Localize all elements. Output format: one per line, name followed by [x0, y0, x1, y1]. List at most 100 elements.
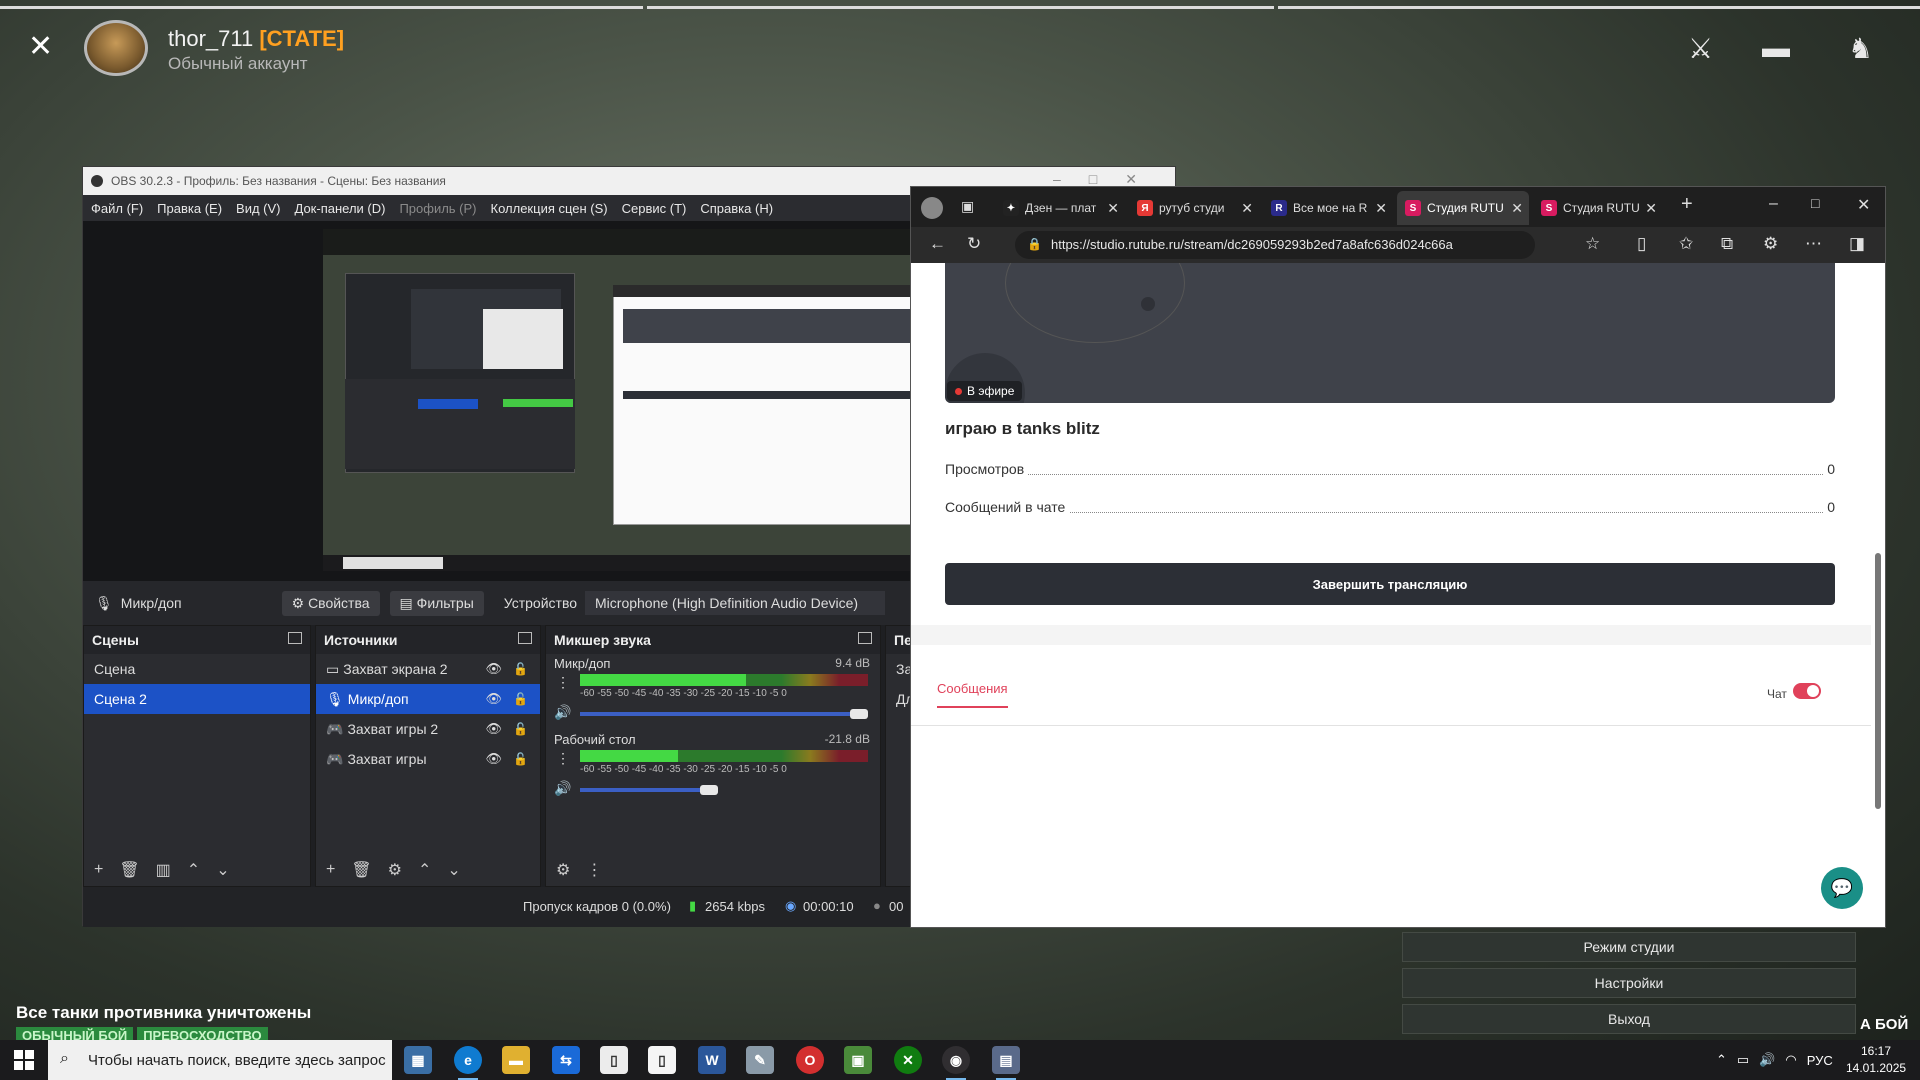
- eye-icon[interactable]: 👁: [485, 751, 502, 767]
- volume-icon[interactable]: 🔊: [1759, 1052, 1775, 1068]
- gear-icon[interactable]: ⚙: [388, 860, 402, 880]
- end-stream-button[interactable]: Завершить трансляцию: [945, 563, 1835, 605]
- browser-tab[interactable]: ✦ Дзен — плат ✕: [995, 191, 1125, 225]
- profile-icon[interactable]: [921, 197, 943, 219]
- trash-icon[interactable]: 🗑: [119, 860, 139, 880]
- back-icon[interactable]: ←: [929, 234, 946, 254]
- windows-start-icon[interactable]: [14, 1050, 34, 1070]
- close-icon[interactable]: ✕: [28, 32, 53, 62]
- menu-scene-collection[interactable]: Коллекция сцен (S): [491, 201, 608, 216]
- arrow-up-icon[interactable]: ⌃: [187, 860, 200, 880]
- menu-profile[interactable]: Профиль (P): [399, 201, 476, 216]
- tab-messages[interactable]: Сообщения: [937, 681, 1008, 708]
- browser-tab-active[interactable]: S Студия RUTU ✕: [1397, 191, 1529, 225]
- tank-icon[interactable]: ▬: [1762, 32, 1790, 64]
- source-item[interactable]: 🎮 Захват игры 👁 🔓: [316, 744, 540, 774]
- more-icon[interactable]: ⋮: [556, 674, 570, 691]
- undock-icon[interactable]: [858, 632, 872, 644]
- settings-button[interactable]: Настройки: [1402, 968, 1856, 998]
- browser-tab[interactable]: R Все мое на R ✕: [1263, 191, 1393, 225]
- source-item-selected[interactable]: 🎙 Микр/доп 👁 🔓: [316, 684, 540, 714]
- teamviewer-icon[interactable]: ⇆: [552, 1046, 580, 1074]
- gear-icon[interactable]: ⚙: [556, 860, 570, 880]
- url-field[interactable]: 🔒 https://studio.rutube.ru/stream/dc2690…: [1015, 231, 1535, 259]
- arrow-down-icon[interactable]: ⌄: [447, 860, 460, 880]
- source-item[interactable]: ▭ Захват экрана 2 👁 🔓: [316, 654, 540, 684]
- lock-icon[interactable]: 🔓: [513, 752, 528, 766]
- notepad-icon[interactable]: ▯: [600, 1046, 628, 1074]
- more-icon[interactable]: ⋮: [586, 860, 602, 880]
- undock-icon[interactable]: [518, 632, 532, 644]
- stream-preview[interactable]: [945, 263, 1835, 403]
- eye-icon[interactable]: 👁: [485, 691, 502, 707]
- browser-tab[interactable]: S Студия RUTU ✕: [1533, 191, 1663, 225]
- edge-icon[interactable]: e: [454, 1046, 482, 1080]
- crew-icon[interactable]: ♞: [1848, 32, 1873, 65]
- xbox-icon[interactable]: ✕: [894, 1046, 922, 1074]
- chevron-up-icon[interactable]: ⌃: [1716, 1052, 1727, 1068]
- trash-icon[interactable]: 🗑: [351, 860, 371, 880]
- favorites-icon[interactable]: ✩: [1679, 234, 1693, 254]
- game-icon[interactable]: ▣: [844, 1046, 872, 1074]
- crossed-swords-icon[interactable]: ⚔: [1688, 32, 1713, 65]
- add-icon[interactable]: +: [326, 861, 335, 879]
- menu-file[interactable]: Файл (F): [91, 201, 143, 216]
- scene-item[interactable]: Сцена: [84, 654, 310, 684]
- undock-icon[interactable]: [288, 632, 302, 644]
- avatar[interactable]: [84, 20, 148, 76]
- clock[interactable]: 16:17 14.01.2025: [1846, 1043, 1906, 1077]
- scroll-thumb[interactable]: [1875, 553, 1881, 809]
- language-indicator[interactable]: РУС: [1807, 1053, 1833, 1068]
- volume-slider[interactable]: [580, 788, 718, 792]
- opera-icon[interactable]: O: [796, 1046, 824, 1074]
- filter-icon[interactable]: ▥: [156, 860, 171, 880]
- minimize-icon[interactable]: –: [1769, 195, 1778, 213]
- calculator-icon[interactable]: ▦: [404, 1046, 432, 1074]
- browser-tab[interactable]: Ярутуб студи ✕: [1129, 191, 1259, 225]
- speaker-icon[interactable]: 🔊: [554, 780, 571, 797]
- obs-icon[interactable]: ◉: [942, 1046, 970, 1080]
- new-tab-icon[interactable]: +: [1681, 193, 1693, 216]
- support-chat-button[interactable]: 💬: [1821, 867, 1863, 909]
- tab-actions-icon[interactable]: ▣: [961, 198, 974, 215]
- speaker-icon[interactable]: 🔊: [554, 704, 571, 721]
- add-icon[interactable]: +: [94, 861, 103, 879]
- studio-mode-button[interactable]: Режим студии: [1402, 932, 1856, 962]
- split-screen-icon[interactable]: ▯: [1637, 234, 1646, 254]
- more-icon[interactable]: ⋯: [1805, 234, 1822, 254]
- more-icon[interactable]: ⋮: [556, 750, 570, 767]
- lock-icon[interactable]: 🔓: [513, 722, 528, 736]
- close-window-icon[interactable]: ✕: [1857, 195, 1870, 215]
- lock-icon[interactable]: 🔓: [513, 662, 528, 676]
- exit-button[interactable]: Выход: [1402, 1004, 1856, 1034]
- extension-icon[interactable]: ⚙: [1763, 234, 1778, 254]
- arrow-down-icon[interactable]: ⌄: [216, 860, 229, 880]
- tanks-icon[interactable]: ▤: [992, 1046, 1020, 1080]
- eye-icon[interactable]: 👁: [485, 661, 502, 677]
- arrow-up-icon[interactable]: ⌃: [418, 860, 431, 880]
- scrollbar[interactable]: [1873, 263, 1883, 927]
- network-icon[interactable]: ▭: [1737, 1052, 1749, 1068]
- chat-toggle[interactable]: [1793, 683, 1821, 699]
- collections-icon[interactable]: ⧉: [1721, 234, 1733, 254]
- maximize-icon[interactable]: □: [1811, 195, 1819, 211]
- menu-view[interactable]: Вид (V): [236, 201, 280, 216]
- taskbar-search[interactable]: ⌕ Чтобы начать поиск, введите здесь запр…: [48, 1040, 392, 1080]
- wifi-icon[interactable]: ◠: [1785, 1052, 1796, 1068]
- star-icon[interactable]: ☆: [1585, 234, 1600, 254]
- file-explorer-icon[interactable]: ▬: [502, 1046, 530, 1074]
- eye-icon[interactable]: 👁: [485, 721, 502, 737]
- menu-edit[interactable]: Правка (E): [157, 201, 222, 216]
- lock-icon[interactable]: 🔓: [513, 692, 528, 706]
- menu-docks[interactable]: Док-панели (D): [295, 201, 386, 216]
- filters-button[interactable]: ▤ Фильтры: [389, 590, 484, 616]
- document-icon[interactable]: ▯: [648, 1046, 676, 1074]
- scene-item-selected[interactable]: Сцена 2: [84, 684, 310, 714]
- menu-help[interactable]: Справка (H): [700, 201, 773, 216]
- volume-knob[interactable]: [850, 709, 868, 719]
- word-icon[interactable]: W: [698, 1046, 726, 1074]
- device-select[interactable]: Microphone (High Definition Audio Device…: [585, 591, 886, 615]
- paint-icon[interactable]: ✎: [746, 1046, 774, 1074]
- refresh-icon[interactable]: ↻: [967, 234, 981, 254]
- menu-tools[interactable]: Сервис (T): [622, 201, 687, 216]
